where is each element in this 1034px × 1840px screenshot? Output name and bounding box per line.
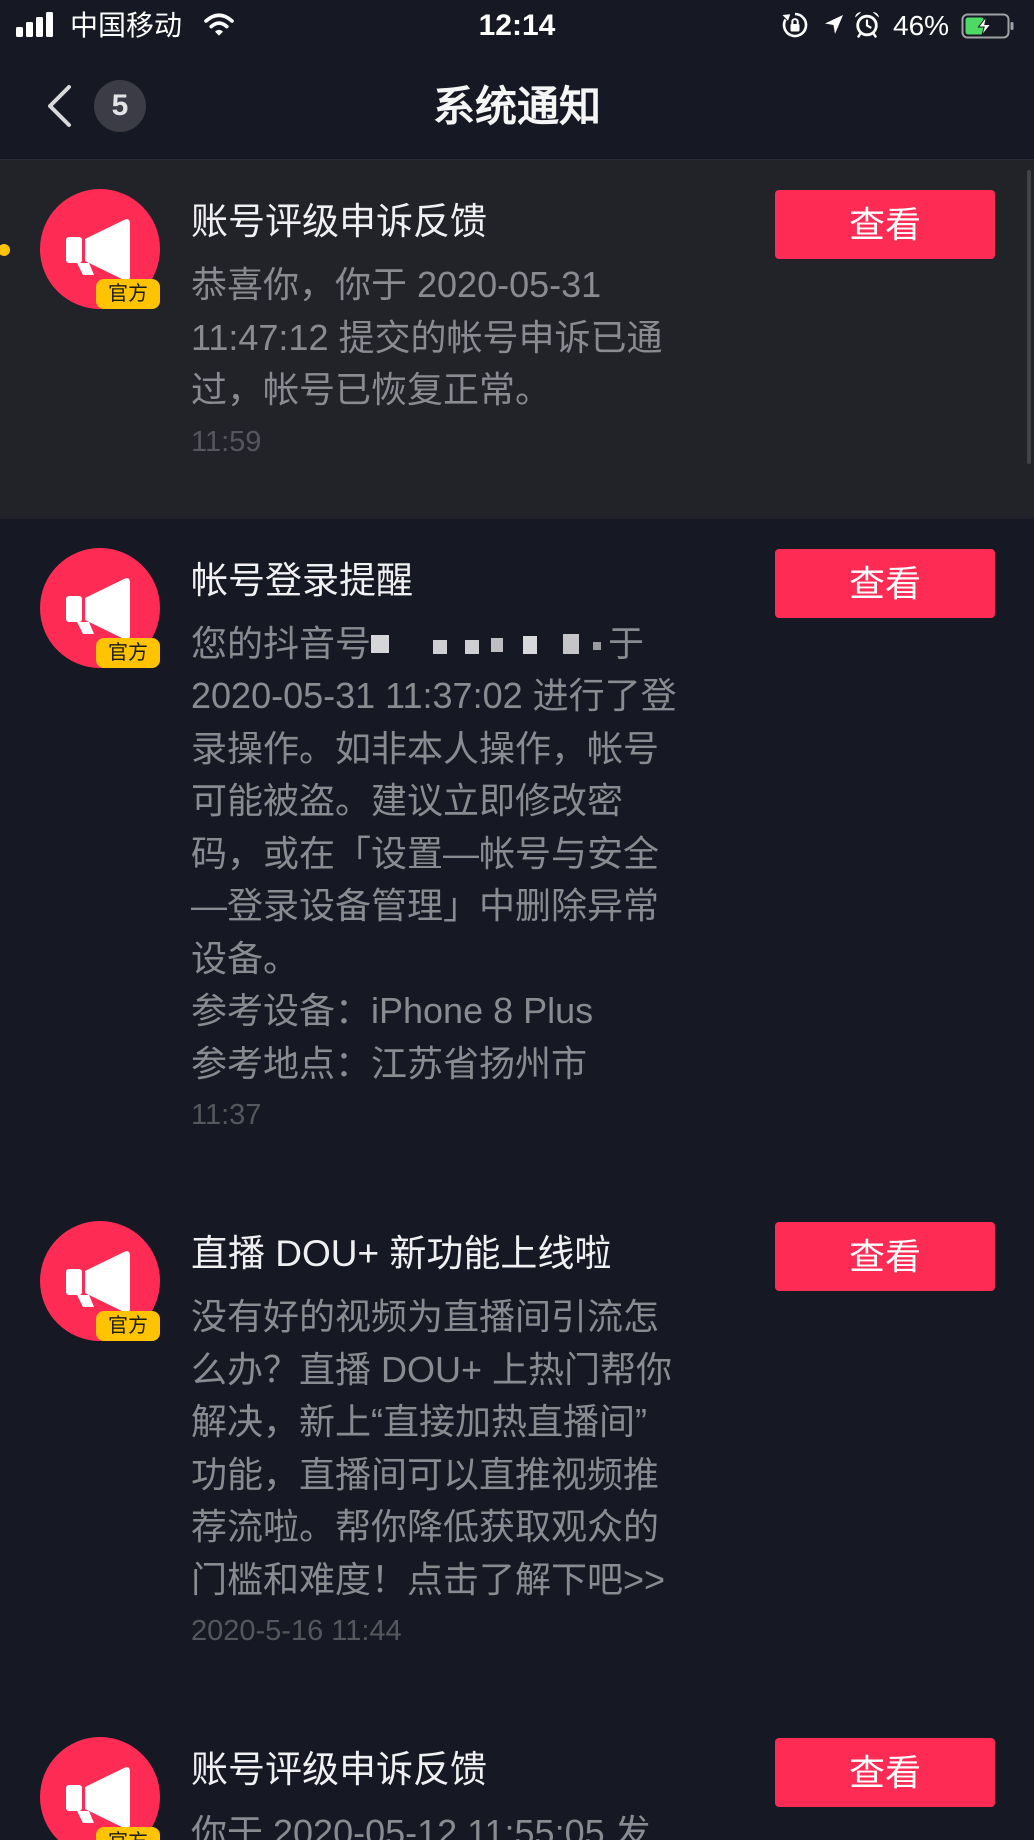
notification-item[interactable]: 官方账号评级申诉反馈你于 2020-05-12 11:55:05 发查看 <box>0 1708 1034 1840</box>
official-badge: 官方 <box>96 1827 160 1840</box>
redaction-pixel <box>523 635 538 654</box>
body-line: 解决，新上“直接加热直播间” <box>191 1401 647 1442</box>
scroll-indicator[interactable] <box>1027 170 1031 464</box>
redaction-pixel <box>371 634 390 653</box>
notification-title: 账号评级申诉反馈 <box>191 1749 487 1790</box>
alarm-icon <box>855 12 879 38</box>
body-line: 过，帐号已恢复正常。 <box>191 369 552 410</box>
official-badge: 官方 <box>96 279 160 309</box>
body-line: 码，或在「设置—帐号与安全 <box>191 832 660 874</box>
view-button[interactable]: 查看 <box>775 1222 995 1291</box>
notification-body: 您的抖音号 于 2020-05-31 11:37:02 进行了登 录操作。如非本人操作… <box>191 618 751 1091</box>
body-line: 参考地点：江苏省扬州市 <box>191 1042 588 1084</box>
body-line: 功能，直播间可以直推视频推 <box>191 1453 660 1495</box>
location-icon <box>825 15 843 34</box>
redaction-pixel <box>465 639 480 654</box>
official-badge: 官方 <box>96 637 160 668</box>
notification-body: 没有好的视频为直播间引流怎 么办？直播 DOU+ 上热门帮你 解决，新上“直接加热直… <box>191 1291 751 1606</box>
body-line-tail: 于 <box>608 622 645 664</box>
body-line: 11:47:12 提交的帐号申诉已通 <box>191 316 663 358</box>
megaphone-icon <box>66 1767 130 1829</box>
redaction-pixel <box>433 639 448 654</box>
notification-time: 11:37 <box>191 1099 262 1131</box>
notification-content[interactable]: 帐号登录提醒 您的抖音号 于 2020-05-31 11:37:02 进行了登 录操作。… <box>191 548 751 1136</box>
status-bar: 中国移动 12:14 46% <box>0 0 1034 53</box>
notification-content[interactable]: 账号评级申诉反馈恭喜你，你于 2020-05-31 11:47:12 提交的帐号申… <box>191 189 751 462</box>
view-button[interactable]: 查看 <box>775 190 995 259</box>
redaction-pixel <box>563 633 580 654</box>
notification-title: 直播 DOU+ 新功能上线啦 <box>191 1233 612 1274</box>
body-line: 你于 2020-05-12 11:55:05 发 <box>191 1812 651 1840</box>
redaction-pixel <box>491 637 504 652</box>
notification-item[interactable]: 官方 帐号登录提醒 您的抖音号于 2020-05-31 11:37:02 进行了登 录操… <box>0 519 1034 1193</box>
official-badge: 官方 <box>96 1311 160 1341</box>
body-line: 恭喜你，你于 2020-05-31 <box>191 264 602 305</box>
body-line: —登录设备管理」中删除异常 <box>191 885 660 926</box>
body-line: 荐流啦。帮你降低获取观众的 <box>191 1506 660 1547</box>
redaction-mask <box>371 626 608 662</box>
body-line: 参考设备：iPhone 8 Plus <box>191 990 594 1031</box>
notification-body: 恭喜你，你于 2020-05-31 11:47:12 提交的帐号申诉已通 过，帐号已… <box>191 259 751 417</box>
notification-time: 11:59 <box>191 425 262 458</box>
notification-list[interactable]: 官方 账号评级申诉反馈 恭喜你，你于 2020-05-31 11:47:12 提交的帐… <box>0 160 1034 1840</box>
official-account-avatar[interactable]: 官方 <box>40 547 160 668</box>
view-button[interactable]: 查看 <box>775 1738 995 1807</box>
official-account-avatar[interactable]: 官方 <box>40 1737 160 1840</box>
body-line: 2020-05-31 11:37:02 进行了登 <box>191 675 677 716</box>
body-line: 么办？直播 DOU+ 上热门帮你 <box>191 1348 673 1390</box>
body-line: 录操作。如非本人操作，帐号 <box>191 727 660 769</box>
notification-item[interactable]: 官方 账号评级申诉反馈恭喜你，你于 2020-05-31 11:47:12 提交的帐… <box>0 160 1034 519</box>
official-account-avatar[interactable]: 官方 <box>40 189 160 309</box>
notification-title: 帐号登录提醒 <box>191 559 413 601</box>
battery-icon <box>961 13 1014 39</box>
body-line: 可能被盗。建议立即修改密 <box>191 780 624 821</box>
notification-content[interactable]: 直播 DOU+ 新功能上线啦没有好的视频为直播间引流怎 么办？直播 DOU+ 上热… <box>191 1221 751 1651</box>
notification-time: 2020-5-16 11:44 <box>191 1615 402 1647</box>
notification-content[interactable]: 账号评级申诉反馈你于 2020-05-12 11:55:05 发 <box>191 1737 751 1840</box>
notification-title: 账号评级申诉反馈 <box>191 201 487 242</box>
body-line: 您的抖音号 于 <box>191 618 751 671</box>
page-title: 系统通知 <box>432 83 601 130</box>
unread-dot <box>0 244 10 256</box>
avatar-circle <box>40 1737 160 1840</box>
battery-percent: 46% <box>893 10 950 41</box>
notification-body: 你于 2020-05-12 11:55:05 发 <box>191 1807 751 1840</box>
orientation-lock-icon <box>782 12 808 38</box>
body-line: 没有好的视频为直播间引流怎 <box>191 1296 660 1337</box>
body-line: 设备。 <box>191 937 300 979</box>
official-account-avatar[interactable]: 官方 <box>40 1221 160 1341</box>
notification-item[interactable]: 官方 直播 DOU+ 新功能上线啦没有好的视频为直播间引流怎 么办？直播 DOU+ … <box>0 1192 1034 1708</box>
body-line: 门槛和难度！点击了解下吧>> <box>191 1558 666 1600</box>
view-button[interactable]: 查看 <box>775 548 995 618</box>
redaction-pixel <box>593 641 602 650</box>
body-line-text: 您的抖音号 <box>191 622 372 664</box>
